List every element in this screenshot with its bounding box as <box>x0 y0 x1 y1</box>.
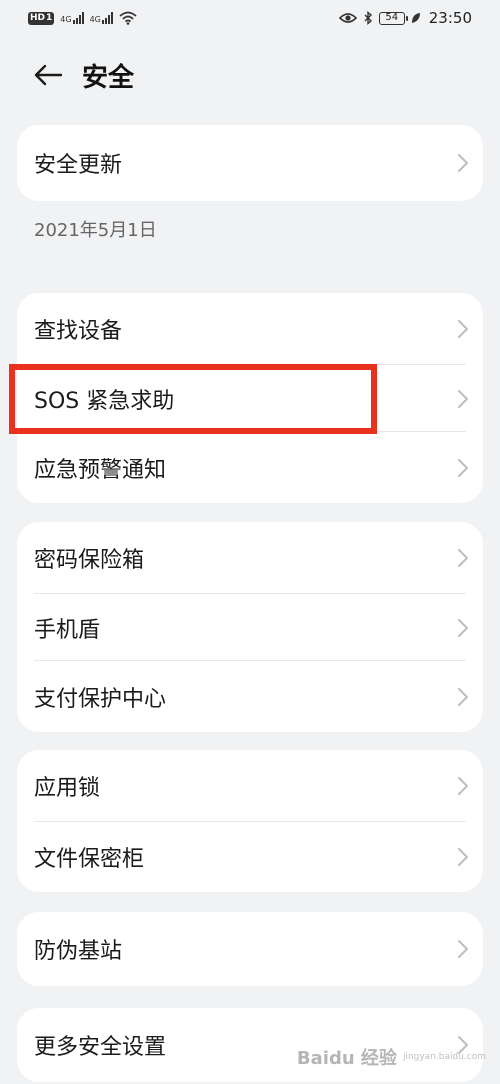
status-right: 54 23:50 <box>338 9 472 27</box>
card-anti-fake-station: 防伪基站 <box>17 912 483 986</box>
clock: 23:50 <box>428 9 472 27</box>
header: 安全 <box>0 44 500 106</box>
row-label: 安全更新 <box>34 153 123 178</box>
chevron-right-icon <box>458 549 468 567</box>
row-label: 应急预警通知 <box>34 457 167 483</box>
row-label: 密码保险箱 <box>34 548 145 573</box>
chevron-right-icon <box>458 618 468 637</box>
hd-label: HD <box>30 12 46 23</box>
watermark: Baidu 经验 jingyan.baidu.com <box>297 1044 486 1070</box>
row-label: 查找设备 <box>34 319 123 344</box>
row-label: 手机盾 <box>34 617 101 643</box>
network-type-2: 4G <box>89 15 101 24</box>
chevron-right-icon <box>458 154 468 172</box>
card-security-update: 安全更新 <box>17 125 483 201</box>
wifi-icon <box>119 11 137 25</box>
row-label: 支付保护中心 <box>34 686 167 712</box>
chevron-right-icon <box>458 389 468 408</box>
row-label: 更多安全设置 <box>34 1035 167 1060</box>
chevron-right-icon <box>458 320 468 338</box>
row-label: 防伪基站 <box>34 939 123 964</box>
back-arrow-icon <box>34 64 63 86</box>
row-phone-shield[interactable]: 手机盾 <box>17 594 483 661</box>
sim-label: 1 <box>46 12 53 23</box>
back-button[interactable] <box>18 45 78 105</box>
row-payment-protection[interactable]: 支付保护中心 <box>17 661 483 732</box>
battery-level: 54 <box>385 12 399 23</box>
status-bar: HD 1 4G 4G 54 23:50 <box>0 0 500 36</box>
card-password-group: 密码保险箱 手机盾 支付保护中心 <box>17 522 483 732</box>
chevron-right-icon <box>458 848 468 866</box>
card-find-device-group: 查找设备 SOS 紧急求助 应急预警通知 <box>17 293 483 503</box>
eye-icon <box>338 13 357 23</box>
row-file-safe[interactable]: 文件保密柜 <box>17 822 483 892</box>
row-sos-emergency[interactable]: SOS 紧急求助 <box>17 365 483 432</box>
watermark-sub: jingyan.baidu.com <box>402 1052 486 1062</box>
row-label: 应用锁 <box>34 776 101 801</box>
status-left: HD 1 4G 4G <box>28 11 137 25</box>
battery-icon: 54 <box>378 11 408 25</box>
chevron-right-icon <box>458 458 468 477</box>
signal-icon: 4G <box>60 12 84 24</box>
card-app-lock-group: 应用锁 文件保密柜 <box>17 750 483 892</box>
row-find-device[interactable]: 查找设备 <box>17 293 483 365</box>
row-security-update[interactable]: 安全更新 <box>17 125 483 201</box>
row-password-vault[interactable]: 密码保险箱 <box>17 522 483 594</box>
row-emergency-alerts[interactable]: 应急预警通知 <box>17 432 483 503</box>
page-title: 安全 <box>82 62 135 93</box>
leaf-icon <box>411 13 420 23</box>
network-type-1: 4G <box>60 15 72 24</box>
chevron-right-icon <box>458 940 468 958</box>
row-label: SOS 紧急求助 <box>34 388 175 414</box>
row-app-lock[interactable]: 应用锁 <box>17 750 483 822</box>
watermark-brand: Baidu 经验 <box>296 1048 397 1069</box>
security-update-date: 2021年5月1日 <box>34 220 157 241</box>
bluetooth-icon <box>364 11 372 25</box>
row-label: 文件保密柜 <box>34 847 145 872</box>
chevron-right-icon <box>458 687 468 706</box>
row-anti-fake-station[interactable]: 防伪基站 <box>17 912 483 986</box>
hd-badge: HD 1 <box>28 11 55 25</box>
signal-icon-2: 4G <box>90 12 113 24</box>
chevron-right-icon <box>458 777 468 795</box>
